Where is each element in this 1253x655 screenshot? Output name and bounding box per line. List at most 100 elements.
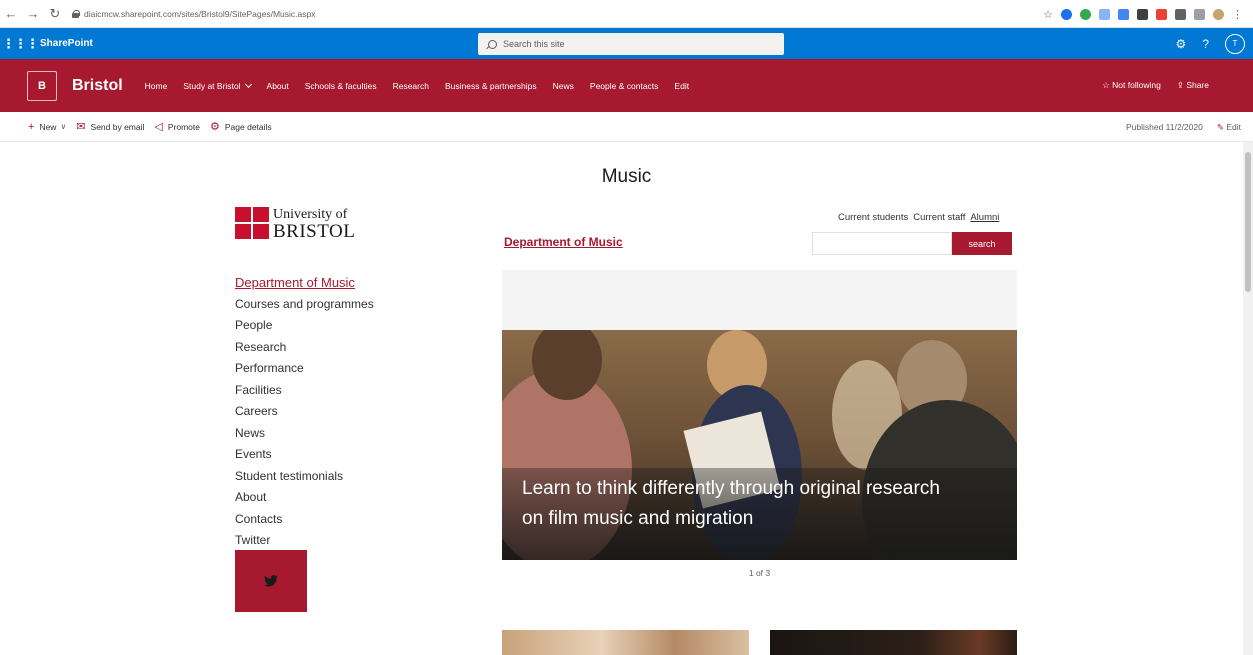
- news-thumbnail-2[interactable]: [770, 630, 1017, 655]
- nav-schools[interactable]: Schools & faculties: [305, 81, 377, 91]
- star-icon[interactable]: ☆: [1043, 8, 1053, 21]
- extension-icon-2[interactable]: [1080, 8, 1091, 20]
- leftnav-contacts[interactable]: Contacts: [235, 509, 374, 531]
- leftnav-performance[interactable]: Performance: [235, 358, 374, 380]
- sharepoint-brand[interactable]: SharePoint: [40, 38, 93, 49]
- address-text: diaicmcw.sharepoint.com/sites/Bristol9/S…: [84, 8, 316, 19]
- nav-news[interactable]: News: [553, 81, 574, 91]
- edit-label: Edit: [1226, 121, 1241, 132]
- site-title[interactable]: Bristol: [72, 77, 123, 95]
- nav-study-label: Study at Bristol: [183, 80, 241, 91]
- edit-page-button[interactable]: ✎ Edit: [1217, 122, 1241, 133]
- site-header: B Bristol Home Study at Bristol About Sc…: [0, 59, 1253, 112]
- help-icon[interactable]: ?: [1202, 37, 1209, 51]
- search-button[interactable]: search: [952, 232, 1012, 255]
- new-button[interactable]: + New ∨: [28, 121, 66, 133]
- avatar[interactable]: T: [1225, 33, 1245, 54]
- alumni-link[interactable]: Alumni: [970, 212, 999, 223]
- leftnav-events[interactable]: Events: [235, 444, 374, 466]
- search-icon: [488, 39, 497, 49]
- nav-edit[interactable]: Edit: [674, 81, 689, 91]
- hero-caption[interactable]: Learn to think differently through origi…: [522, 474, 962, 534]
- nav-people[interactable]: People & contacts: [590, 81, 659, 91]
- chevron-down-icon: ∨: [60, 122, 67, 131]
- logo-line2: BRISTOL: [273, 221, 356, 242]
- site-search-input[interactable]: Search this site: [478, 33, 784, 55]
- profile-icon[interactable]: [1213, 8, 1224, 20]
- extension-icon-7[interactable]: [1175, 8, 1186, 20]
- extension-icon-4[interactable]: [1118, 8, 1129, 20]
- follow-button[interactable]: ☆ Not following: [1102, 80, 1161, 91]
- leftnav-department[interactable]: Department of Music: [235, 272, 374, 294]
- plus-icon: +: [28, 120, 35, 133]
- send-email-label: Send by email: [90, 121, 145, 132]
- news-thumbnail-1[interactable]: [502, 630, 749, 655]
- audience-links: Current students Current staff Alumni: [838, 212, 999, 223]
- share-button[interactable]: ⇪ Share: [1177, 80, 1209, 91]
- hero-carousel[interactable]: Learn to think differently through origi…: [502, 270, 1017, 560]
- university-logo[interactable]: University of BRISTOL: [235, 207, 355, 241]
- search-placeholder: Search this site: [503, 39, 565, 49]
- leftnav-courses[interactable]: Courses and programmes: [235, 294, 374, 316]
- pencil-icon: ✎: [1216, 121, 1227, 132]
- nav-home[interactable]: Home: [145, 81, 168, 91]
- extension-icon-8[interactable]: [1194, 8, 1205, 20]
- nav-study[interactable]: Study at Bristol: [183, 80, 252, 91]
- leftnav-news[interactable]: News: [235, 423, 374, 445]
- slide-counter: 1 of 3: [748, 568, 771, 578]
- crest-icon: [235, 207, 269, 239]
- nav-research[interactable]: Research: [393, 81, 429, 91]
- logo-line1: University of: [273, 207, 348, 222]
- left-navigation: Department of Music Courses and programm…: [235, 272, 374, 552]
- share-icon: ⇪: [1176, 80, 1187, 90]
- chevron-down-icon: [244, 80, 252, 88]
- page-details-button[interactable]: ⚙ Page details: [210, 120, 272, 133]
- page-details-label: Page details: [224, 121, 272, 132]
- reload-icon[interactable]: ↻: [44, 0, 66, 28]
- leftnav-facilities[interactable]: Facilities: [235, 380, 374, 402]
- browser-toolbar: ← → ↻ diaicmcw.sharepoint.com/sites/Bris…: [0, 0, 1253, 28]
- star-icon: ☆: [1102, 80, 1113, 90]
- leftnav-careers[interactable]: Careers: [235, 401, 374, 423]
- menu-kebab-icon[interactable]: ⋮: [1232, 8, 1243, 21]
- follow-label: Not following: [1112, 80, 1161, 90]
- leftnav-about[interactable]: About: [235, 487, 374, 509]
- scrollbar-thumb[interactable]: [1245, 152, 1251, 292]
- send-email-button[interactable]: ✉ Send by email: [76, 120, 144, 133]
- promote-label: Promote: [167, 121, 200, 132]
- share-label: Share: [1186, 80, 1209, 90]
- current-staff-link[interactable]: Current staff: [913, 212, 965, 223]
- current-students-link[interactable]: Current students: [838, 212, 908, 223]
- leftnav-testimonials[interactable]: Student testimonials: [235, 466, 374, 488]
- twitter-bird-icon: [264, 575, 278, 587]
- department-search-input[interactable]: [812, 232, 952, 255]
- extension-icon-5[interactable]: [1137, 8, 1148, 20]
- hero-image: Learn to think differently through origi…: [502, 330, 1017, 560]
- page-title: Music: [601, 166, 652, 187]
- forward-icon[interactable]: →: [22, 0, 44, 28]
- extension-icon-1[interactable]: [1061, 8, 1072, 20]
- extension-icon-6[interactable]: [1156, 8, 1167, 20]
- nav-about[interactable]: About: [267, 81, 289, 91]
- app-launcher-icon[interactable]: ⋮⋮⋮: [0, 36, 40, 52]
- suite-bar: ⋮⋮⋮ SharePoint Search this site ⚙ ? T: [0, 28, 1253, 59]
- nav-business[interactable]: Business & partnerships: [445, 81, 537, 91]
- leftnav-people[interactable]: People: [235, 315, 374, 337]
- address-bar[interactable]: diaicmcw.sharepoint.com/sites/Bristol9/S…: [72, 9, 315, 19]
- extension-tray: ☆ ⋮: [1043, 0, 1243, 28]
- megaphone-icon: ◁: [154, 121, 163, 133]
- department-link[interactable]: Department of Music: [504, 235, 623, 249]
- twitter-button[interactable]: [235, 550, 307, 612]
- site-navigation: Home Study at Bristol About Schools & fa…: [145, 80, 689, 91]
- new-label: New: [39, 121, 57, 132]
- leftnav-research[interactable]: Research: [235, 337, 374, 359]
- published-status: Published 11/2/2020: [1125, 122, 1203, 132]
- gear-icon: ⚙: [210, 121, 220, 133]
- promote-button[interactable]: ◁ Promote: [154, 120, 200, 133]
- leftnav-twitter[interactable]: Twitter: [235, 530, 374, 552]
- command-bar: + New ∨ ✉ Send by email ◁ Promote ⚙ Page…: [0, 112, 1253, 142]
- back-icon[interactable]: ←: [0, 0, 22, 28]
- extension-icon-3[interactable]: [1099, 8, 1110, 20]
- site-logo[interactable]: B: [27, 70, 57, 101]
- settings-icon[interactable]: ⚙: [1176, 37, 1187, 51]
